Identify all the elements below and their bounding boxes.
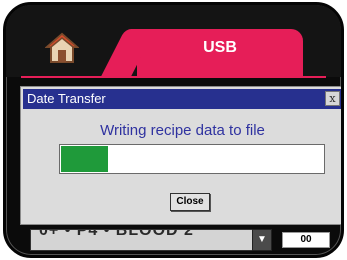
recipe-field-text: 0+ • P4 • BLOOD 2	[39, 229, 194, 239]
tab-home[interactable]	[32, 22, 92, 74]
close-button[interactable]: Close	[170, 193, 210, 211]
date-transfer-dialog: Date Transfer x Writing recipe data to f…	[20, 86, 341, 225]
home-icon	[45, 32, 79, 63]
tab-usb[interactable]: USB	[137, 29, 303, 77]
close-icon[interactable]: x	[325, 91, 340, 106]
progress-bar	[59, 144, 325, 174]
value-field[interactable]: 00	[282, 232, 330, 248]
tab-underline	[21, 76, 326, 78]
device-screen: USB Date Transfer x Writing recipe data …	[3, 2, 344, 258]
recipe-field[interactable]: 0+ • P4 • BLOOD 2	[30, 229, 253, 251]
dialog-message: Writing recipe data to file	[100, 122, 265, 139]
progress-fill	[61, 146, 108, 172]
tab-usb-label: USB	[203, 39, 237, 56]
background-recipe-row: 0+ • P4 • BLOOD 2 ▼ 00	[20, 224, 330, 252]
chevron-down-icon[interactable]: ▼	[252, 229, 272, 251]
dialog-title: Date Transfer	[27, 91, 106, 106]
tab-bar: USB	[6, 5, 341, 77]
dialog-titlebar: Date Transfer x	[23, 89, 341, 109]
